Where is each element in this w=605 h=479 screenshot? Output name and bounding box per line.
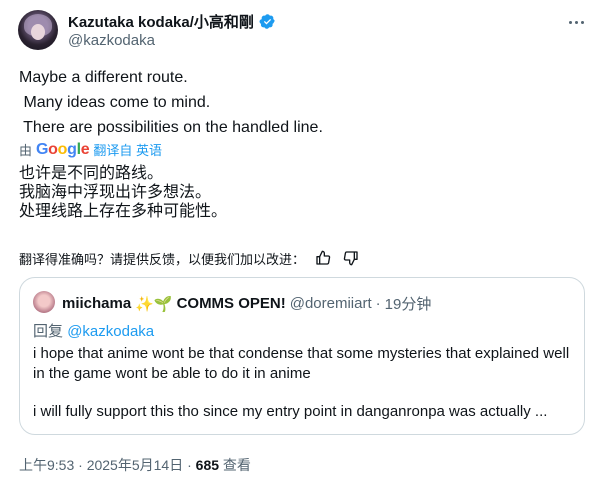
post-meta-footer: 上午9:53 · 2025年5月14日 · 685 查看 — [19, 455, 251, 475]
thumbs-up-icon[interactable] — [313, 248, 333, 268]
post-time[interactable]: 上午9:53 — [19, 457, 74, 473]
translate-source-link[interactable]: 翻译自 英语 — [93, 140, 162, 159]
tweet-text: Maybe a different route. Many ideas come… — [19, 69, 323, 136]
author-name-row[interactable]: Kazutaka kodaka/小高和剛 — [68, 11, 276, 32]
quoted-post-card[interactable]: miichama ✨🌱 COMMS OPEN! @doremiiart · 19… — [19, 277, 585, 435]
reply-to-link[interactable]: @kazkodaka — [67, 323, 154, 340]
feedback-prompt: 翻译得准确吗？请提供反馈，以便我们加以改进： — [19, 251, 306, 267]
translated-by-prefix: 由 — [19, 143, 33, 158]
footer-separator-2: · — [187, 457, 192, 473]
verified-badge-icon — [259, 14, 275, 29]
views-count: 685 — [195, 457, 220, 473]
reply-prefix: 回复 — [33, 323, 64, 340]
author-handle[interactable]: @kazkodaka — [68, 32, 155, 49]
quoted-author-handle[interactable]: @doremiiart — [290, 295, 372, 312]
quoted-author-avatar[interactable] — [33, 291, 55, 313]
post-date[interactable]: 2025年5月14日 — [87, 457, 184, 473]
quoted-paragraph-2: i will fully support this tho since my e… — [33, 403, 548, 420]
quoted-author-emojis: ✨🌱 — [135, 295, 173, 313]
thumbs-down-icon[interactable] — [341, 248, 361, 268]
author-avatar[interactable] — [18, 10, 58, 50]
quoted-author-name[interactable]: miichama — [62, 295, 131, 312]
more-options-icon[interactable] — [566, 12, 586, 32]
translation-feedback-row: 翻译得准确吗？请提供反馈，以便我们加以改进： — [19, 248, 361, 268]
quoted-post-header: miichama ✨🌱 COMMS OPEN! @doremiiart · 19… — [62, 293, 431, 314]
author-display-name[interactable]: Kazutaka kodaka/小高和剛 — [68, 11, 254, 32]
meta-separator: · — [375, 295, 381, 312]
translated-text: 也许是不同的路线。 我脑海中浮现出许多想法。 处理线路上存在多种可能性。 — [19, 165, 228, 220]
google-logo: Google — [36, 140, 90, 158]
quoted-post-time[interactable]: 19分钟 — [385, 293, 432, 314]
views-label: 查看 — [222, 457, 251, 473]
reply-context: 回复 @kazkodaka — [33, 320, 154, 341]
footer-separator-1: · — [78, 457, 83, 473]
quoted-author-tag: COMMS OPEN! — [176, 295, 286, 312]
quoted-paragraph-1: i hope that anime wont be that condense … — [33, 345, 570, 382]
translated-by-row: 由 Google 翻译自 英语 — [19, 140, 162, 159]
